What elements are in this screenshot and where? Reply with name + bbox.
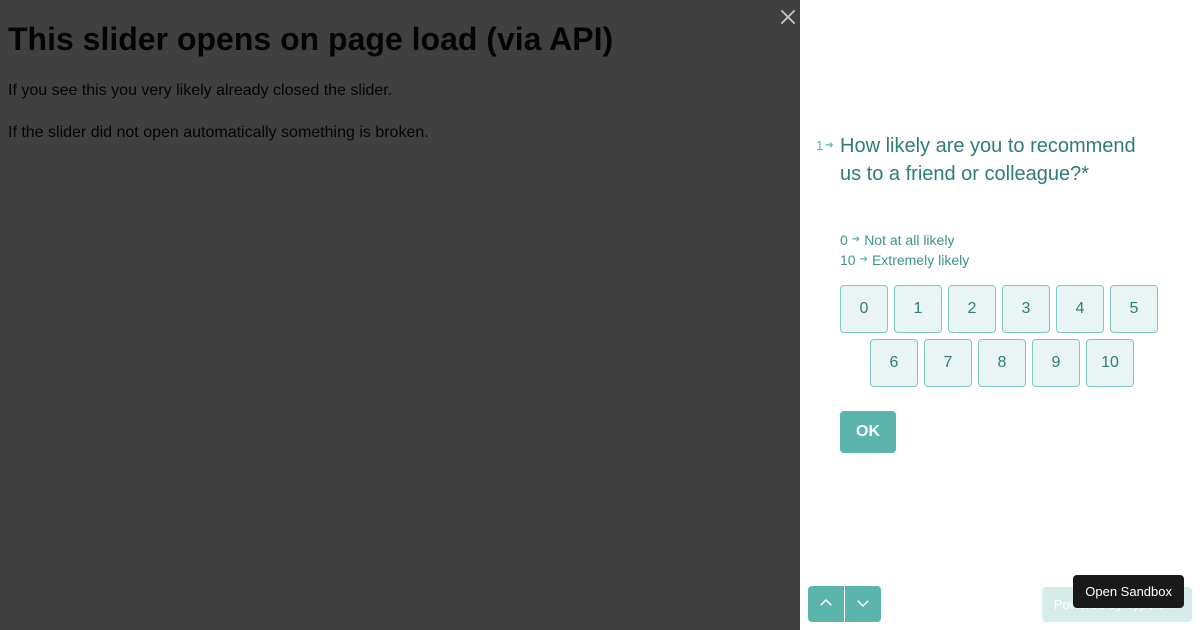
nps-option-0[interactable]: 0 — [840, 285, 888, 333]
nps-option-6[interactable]: 6 — [870, 339, 918, 387]
nps-option-3[interactable]: 3 — [1002, 285, 1050, 333]
scale-legend: 0 ➔ Not at all likely 10 ➔ Extremely lik… — [840, 230, 1160, 271]
ok-button[interactable]: OK — [840, 411, 896, 453]
nps-option-2[interactable]: 2 — [948, 285, 996, 333]
question-text: How likely are you to recommend us to a … — [840, 132, 1160, 188]
arrow-right-icon: ➔ — [852, 233, 860, 248]
arrow-right-icon: ➔ — [825, 140, 833, 151]
legend-low-label: Not at all likely — [864, 230, 954, 250]
nps-option-1[interactable]: 1 — [894, 285, 942, 333]
legend-high: 10 ➔ Extremely likely — [840, 250, 1160, 270]
nps-option-4[interactable]: 4 — [1056, 285, 1104, 333]
close-button[interactable] — [776, 6, 800, 30]
nps-scale: 0 1 2 3 4 5 6 7 8 9 10 — [840, 285, 1164, 387]
legend-low-key: 0 — [840, 230, 848, 250]
survey-nav — [808, 586, 881, 622]
question-number-value: 1 — [816, 138, 823, 153]
chevron-down-icon — [854, 594, 872, 615]
chevron-up-icon — [817, 594, 835, 615]
nps-option-8[interactable]: 8 — [978, 339, 1026, 387]
question-number: 1 ➔ — [816, 132, 840, 153]
question-row: 1 ➔ How likely are you to recommend us t… — [816, 132, 1160, 188]
nps-option-5[interactable]: 5 — [1110, 285, 1158, 333]
next-question-button[interactable] — [845, 586, 881, 622]
nps-option-10[interactable]: 10 — [1086, 339, 1134, 387]
survey-slider: 1 ➔ How likely are you to recommend us t… — [800, 0, 1200, 630]
legend-high-label: Extremely likely — [872, 250, 969, 270]
arrow-right-icon: ➔ — [860, 253, 868, 268]
close-icon — [779, 8, 797, 29]
survey-body: 1 ➔ How likely are you to recommend us t… — [800, 0, 1200, 630]
legend-low: 0 ➔ Not at all likely — [840, 230, 1160, 250]
prev-question-button[interactable] — [808, 586, 844, 622]
nps-option-9[interactable]: 9 — [1032, 339, 1080, 387]
open-sandbox-button[interactable]: Open Sandbox — [1073, 575, 1184, 608]
legend-high-key: 10 — [840, 250, 856, 270]
nps-option-7[interactable]: 7 — [924, 339, 972, 387]
